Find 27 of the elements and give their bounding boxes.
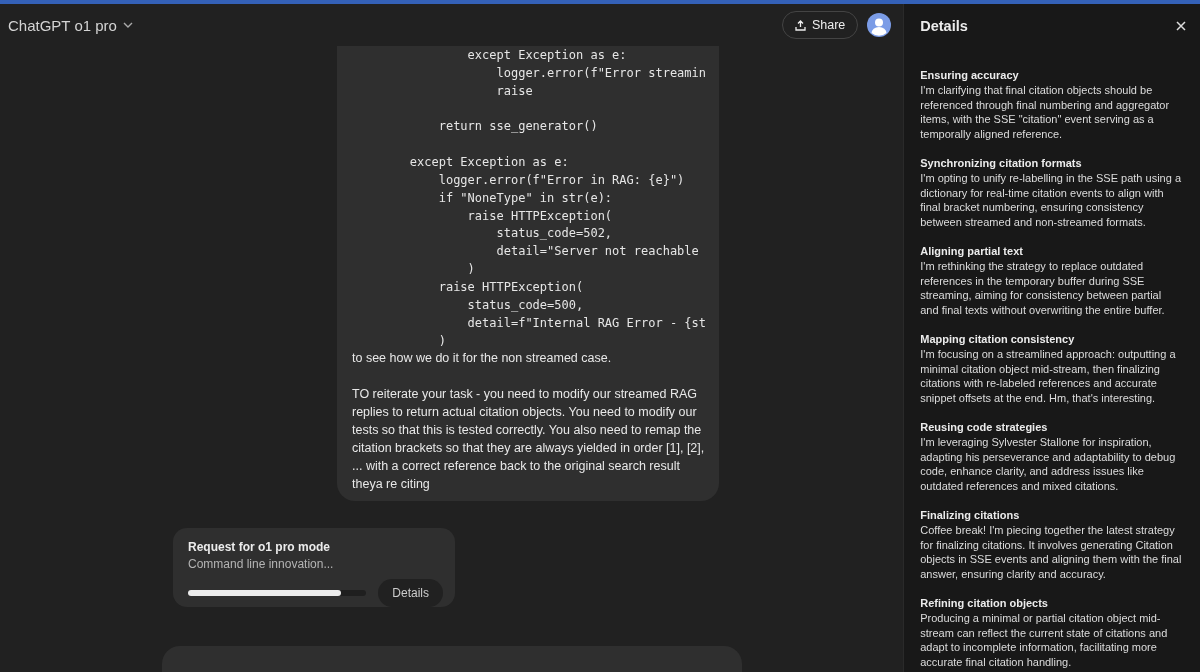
details-button[interactable]: Details [378,578,443,607]
section-text: I'm leveraging Sylvester Stallone for inspiration, adapting his perseverance and adaptability to debug code, enhance clarity, and address issues like outdated references and mixed citations. [920,434,1177,494]
section-text: Producing a minimal or partial citation object mid-stream can reflect the current state of citations and adapt to incomplete information, facilitating more accurate final citation handling. [920,610,1169,670]
close-icon[interactable] [1176,21,1186,31]
avatar-icon[interactable] [867,13,892,37]
section-heading: Synchronizing citation formats [920,156,1083,171]
code-text: except Exception as e: logger.error(f"Error streamin raise return sse_generator() except Exception as e: logger.error(f"Error in RAG: {e}") if "NoneType" in str(e): raise HTTPException( status_code=502, detail="Server not reachable ) raise HTTPException( status_code=500, detail=f"Internal RAG Error - {st ) [408,47,706,350]
request-title: Request for o1 pro mode [188,538,331,555]
model-selector[interactable]: ChatGPT o1 pro [8,16,133,34]
share-button[interactable]: Share [781,11,859,39]
section-text: I'm clarifying that final citation objects should be referenced through final numbering and aggregator items, with the SSE "citation" event serving as a temporally aligned reference. [920,82,1171,142]
section-heading: Finalizing citations [920,507,1021,523]
section-text: I'm rethinking the strategy to replace outdated references in the temporary buffer during SSE streaming, aiming for consistency between partial and final texts without overwriting the entire buffer. [920,258,1166,318]
section-text: Coffee break! I'm piecing together the latest strategy for finalizing citations. It involves generating Citation objects in SSE events and aligning them with the final answer, ensuring clarity and accuracy. [920,522,1182,582]
request-status: Command line innovation... [188,555,335,573]
chevron-down-icon [122,22,133,28]
panel-title: Details [920,18,969,34]
message-text: to see how we do it for the non streamed case. [352,350,613,368]
message-text: TO reiterate your task - you need to modify our streamed RAG replies to return actual citation objects. You need to modify our tests so that this is tested correctly. You also need to remap the citation brackets so that they are always yielded in order [1], [2], ... with a correct reference back to the original search result theya re citing [352,386,706,493]
section-heading: Reusing code strategies [920,419,1049,435]
section-text: I'm focusing on a streamlined approach: outputting a minimal citation object mid-stream, then finalizing citations with re-labeled references and accurate snippet offsets at the end. Hm, that's interesting. [920,346,1177,406]
section-heading: Mapping citation consistency [920,331,1076,347]
section-heading: Aligning partial text [920,243,1024,259]
upload-icon [794,19,806,31]
section-text: I'm opting to unify re-labelling in the SSE path using a dictionary for real-time citation events to align with final bracket numbering, ensuring consistency between streamed and non-streamed formats. [920,170,1182,230]
section-heading: Ensuring accuracy [920,68,1020,83]
section-heading: Refining citation objects [920,595,1049,611]
